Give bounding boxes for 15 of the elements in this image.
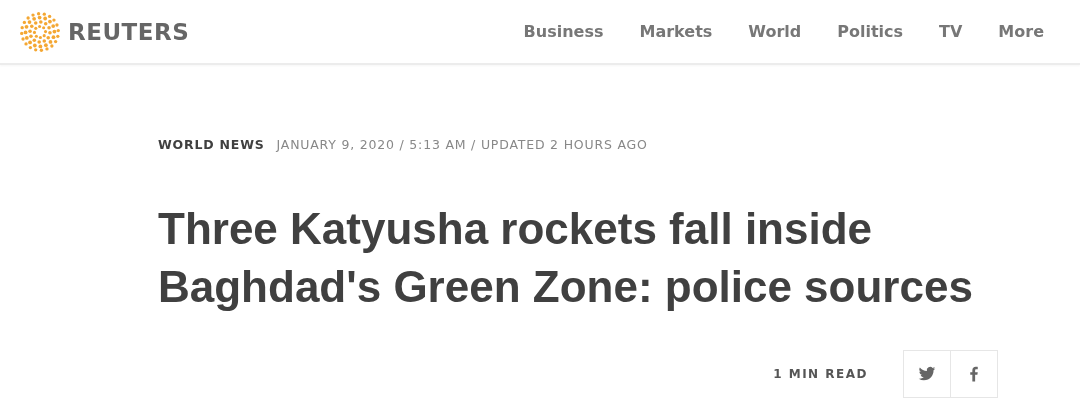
nav-link[interactable]: More (998, 22, 1044, 41)
share-button[interactable] (903, 350, 951, 398)
headline: Three Katyusha rockets fall inside Baghdad's Green Zone: police sources (158, 203, 974, 313)
nav-link[interactable]: World (748, 22, 802, 41)
nav-link[interactable]: Markets (639, 22, 713, 41)
section-label[interactable]: WORLD NEWS (158, 137, 265, 152)
brand-name: REUTERS (68, 18, 190, 45)
nav-link[interactable]: TV (939, 22, 963, 41)
logo-icon (20, 11, 60, 52)
bird-icon (918, 365, 936, 383)
read-time: 1 MIN READ (773, 367, 868, 381)
nav-link[interactable]: Politics (837, 22, 904, 41)
nav-link[interactable]: Business (523, 22, 604, 41)
share-button[interactable] (950, 350, 998, 398)
dateline: JANUARY 9, 2020 / 5:13 AM / UPDATED 2 HOURS AGO (276, 137, 648, 152)
